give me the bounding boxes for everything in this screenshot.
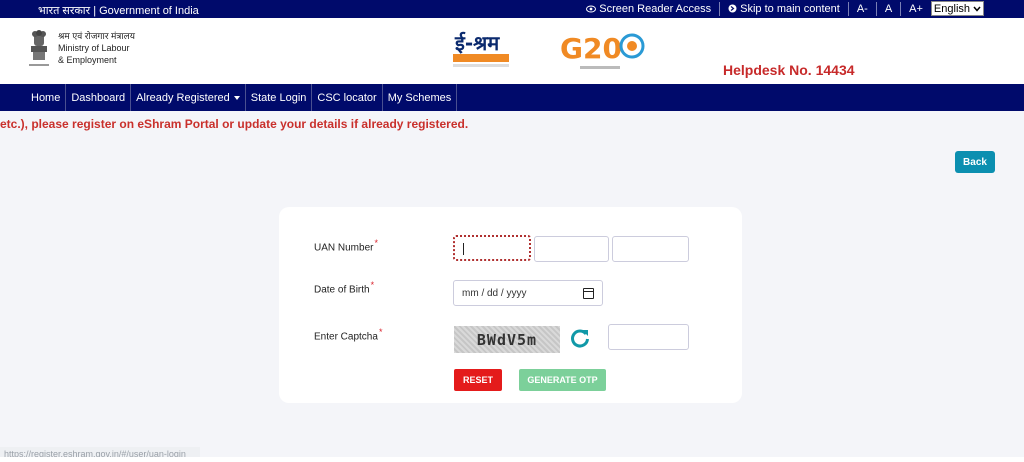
language-select[interactable]: English <box>930 1 984 16</box>
site-header: श्रम एवं रोजगार मंत्रालय Ministry of Lab… <box>0 18 1024 84</box>
eshram-logo-text: ई-श्रम <box>454 31 500 55</box>
nav-state-login[interactable]: State Login <box>246 84 313 111</box>
reset-button[interactable]: RESET <box>454 369 502 391</box>
uan-number-label: UAN Number* <box>314 238 378 254</box>
eye-icon <box>586 5 597 12</box>
date-placeholder: mm / dd / yyyy <box>462 287 527 299</box>
calendar-icon[interactable] <box>583 287 594 299</box>
required-mark: * <box>370 280 375 290</box>
helpdesk-number: Helpdesk No. 14434 <box>723 62 855 78</box>
chevron-down-icon <box>973 6 981 12</box>
skip-to-main-link[interactable]: Skip to main content <box>726 2 842 16</box>
refresh-icon[interactable] <box>569 327 591 349</box>
nav-dashboard[interactable]: Dashboard <box>66 84 132 111</box>
nav-csc-locator[interactable]: CSC locator <box>312 84 383 111</box>
captcha-input[interactable] <box>608 324 689 350</box>
divider <box>875 1 877 16</box>
registration-notice: etc.), please register on eShram Portal … <box>0 117 469 131</box>
nav-home[interactable]: Home <box>26 84 67 111</box>
bottom-strip <box>0 457 1024 462</box>
nav-already-registered[interactable]: Already Registered <box>131 84 246 111</box>
government-bar: भारत सरकार | Government of India Screen … <box>0 0 1024 18</box>
uan-input-part-3[interactable] <box>612 236 689 262</box>
date-of-birth-input[interactable]: mm / dd / yyyy <box>453 280 603 306</box>
date-of-birth-label: Date of Birth* <box>314 280 375 296</box>
main-navigation: Home Dashboard Already Registered State … <box>0 84 1024 111</box>
g20-logo: G20 <box>558 26 648 74</box>
g20-logo-text: G20 <box>560 32 622 65</box>
national-emblem-icon <box>29 30 49 66</box>
font-decrease-button[interactable]: A- <box>855 2 870 16</box>
nav-my-schemes[interactable]: My Schemes <box>383 84 458 111</box>
uan-input-part-1[interactable] <box>453 235 531 261</box>
captcha-image: BWdV5m <box>454 326 560 353</box>
required-mark: * <box>374 238 378 248</box>
captcha-label: Enter Captcha* <box>314 327 383 343</box>
font-normal-button[interactable]: A <box>883 2 894 16</box>
back-button[interactable]: Back <box>955 151 995 173</box>
divider <box>719 1 721 16</box>
divider <box>900 1 902 16</box>
text-cursor <box>463 243 464 255</box>
font-increase-button[interactable]: A+ <box>907 2 925 16</box>
divider <box>847 1 849 16</box>
caret-down-icon <box>233 95 240 100</box>
eshram-logo: ई-श्रम <box>451 26 511 74</box>
utility-links: Screen Reader Access Skip to main conten… <box>584 1 984 16</box>
ministry-name: श्रम एवं रोजगार मंत्रालय Ministry of Lab… <box>58 31 136 65</box>
uan-input-part-2[interactable] <box>534 236 609 262</box>
skip-arrow-icon <box>728 4 737 13</box>
generate-otp-button[interactable]: GENERATE OTP <box>519 369 606 391</box>
required-mark: * <box>378 327 383 337</box>
government-label: भारत सरकार | Government of India <box>38 5 199 17</box>
screen-reader-link[interactable]: Screen Reader Access <box>584 2 713 16</box>
